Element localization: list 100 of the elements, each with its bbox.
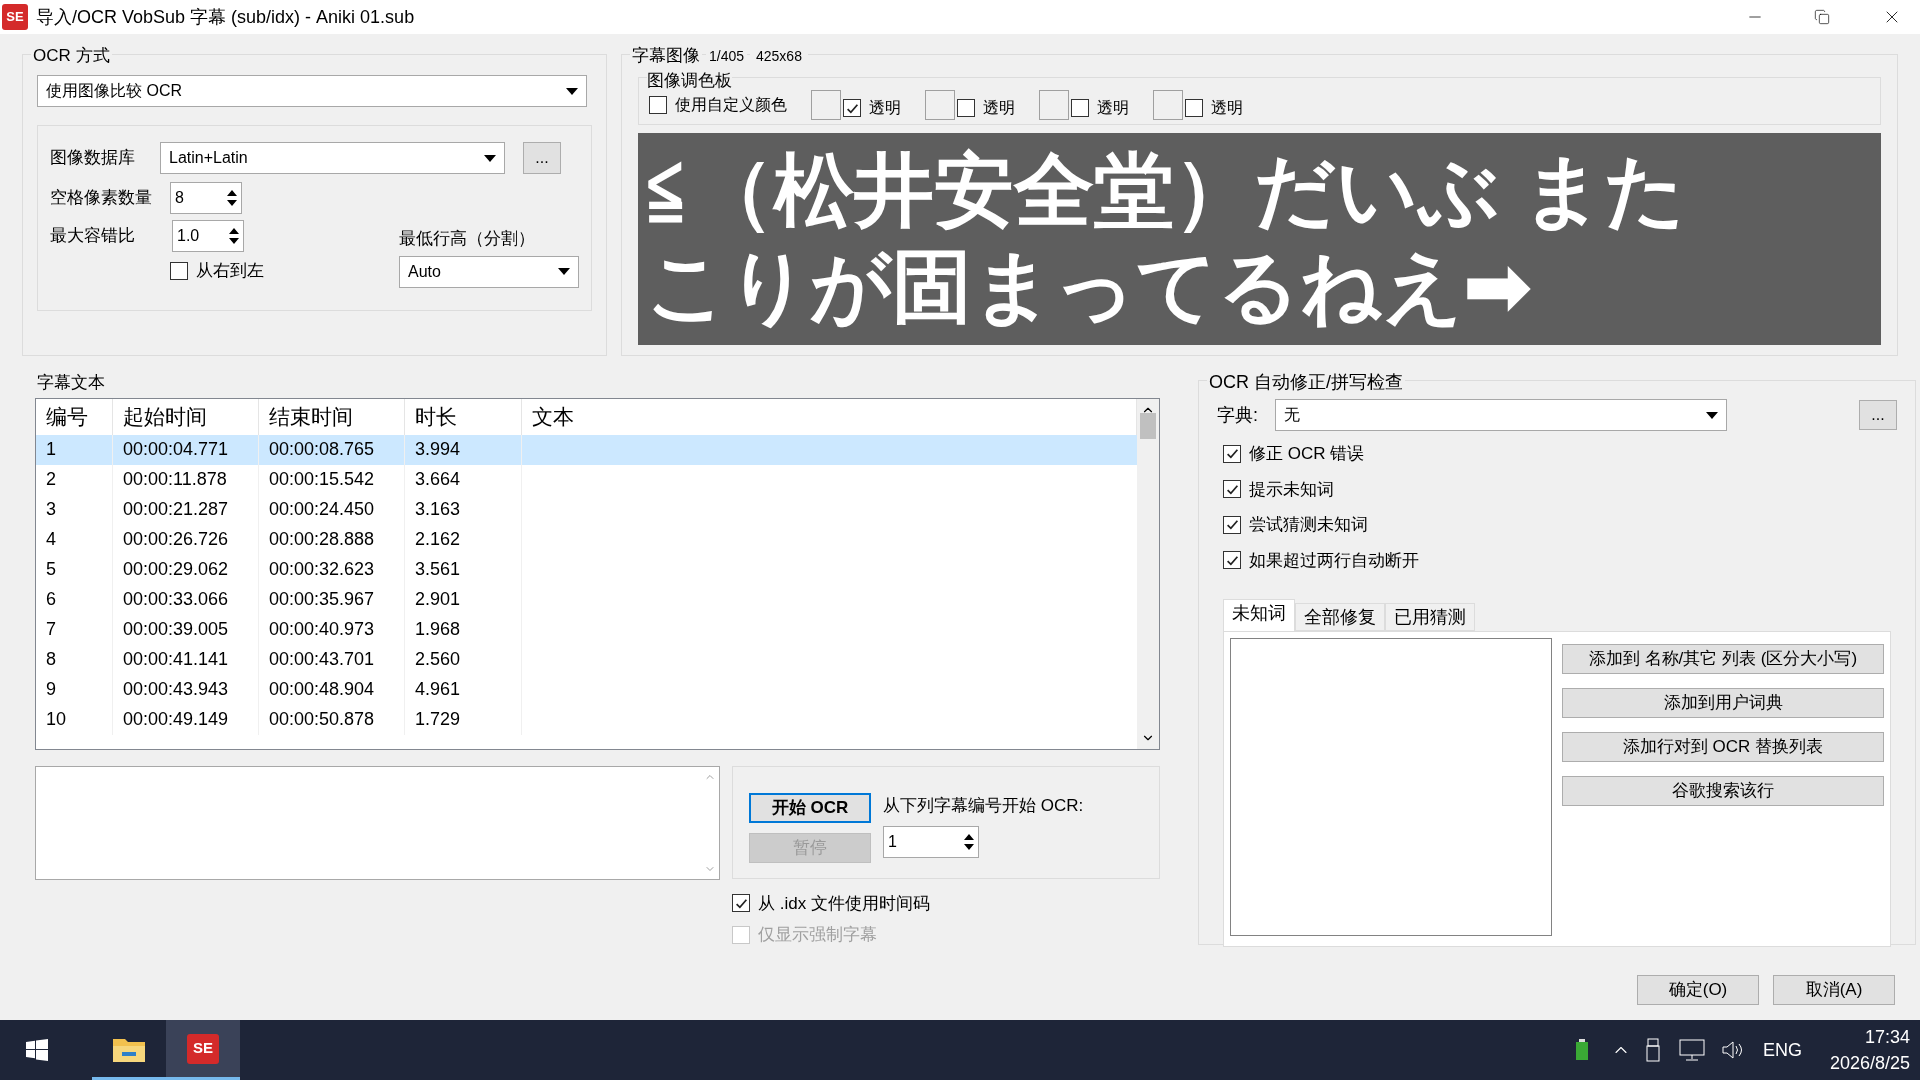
color-swatch[interactable] xyxy=(925,90,955,120)
check-icon xyxy=(845,101,859,115)
action-button[interactable]: 添加到用户词典 xyxy=(1562,688,1884,718)
tab[interactable]: 已用猜测 xyxy=(1385,603,1475,631)
color-swatch[interactable] xyxy=(811,90,841,120)
line-height-dropdown[interactable]: Auto xyxy=(399,255,579,288)
checkbox-label: 透明 xyxy=(869,98,901,118)
checkbox[interactable] xyxy=(957,99,975,117)
browse-button[interactable]: ... xyxy=(523,142,561,174)
spinner-arrows-icon xyxy=(229,227,239,245)
table-cell: 4.961 xyxy=(405,674,522,705)
table-cell: 00:00:28.888 xyxy=(259,524,405,555)
table-cell: 1 xyxy=(36,434,113,465)
field-label: 从下列字幕编号开始 OCR: xyxy=(883,794,1084,817)
checkbox-label: 透明 xyxy=(983,98,1015,118)
network-icon[interactable] xyxy=(1678,1039,1705,1061)
checkbox[interactable] xyxy=(649,96,667,114)
checkbox[interactable] xyxy=(1223,480,1241,499)
check-icon xyxy=(1225,518,1239,532)
checkbox-label: 使用自定义颜色 xyxy=(675,95,787,115)
table-cell: 6 xyxy=(36,584,113,615)
action-button[interactable]: 谷歌搜索该行 xyxy=(1562,776,1884,806)
action-button[interactable]: 添加到 名称/其它 列表 (区分大小写) xyxy=(1562,644,1884,674)
subtitle-image-line: こりが固まってるねえ➡ xyxy=(646,241,1532,333)
table-cell: 00:00:41.141 xyxy=(113,644,259,675)
battery-icon[interactable] xyxy=(1574,1039,1589,1061)
scrollbar-thumb[interactable] xyxy=(1140,412,1156,439)
number-field[interactable]: 1 xyxy=(883,826,979,858)
dropdown-caret-icon xyxy=(558,268,570,275)
action-button[interactable]: 添加行对到 OCR 替换列表 xyxy=(1562,732,1884,762)
field-label: 图像数据库 xyxy=(50,147,136,170)
tab[interactable]: 全部修复 xyxy=(1295,603,1385,631)
color-swatch[interactable] xyxy=(1153,90,1183,120)
column-header[interactable]: 编号 xyxy=(36,398,113,435)
spinner-arrows-icon xyxy=(227,189,237,207)
table-cell: 00:00:49.149 xyxy=(113,704,259,735)
table-cell: 4 xyxy=(36,524,113,555)
table-cell: 3.163 xyxy=(405,494,522,525)
dialog-button[interactable]: 取消(A) xyxy=(1773,974,1895,1005)
table-row[interactable]: 1 00:00:04.771 00:00:08.765 3.994 xyxy=(36,434,1137,465)
table-cell: 00:00:50.878 xyxy=(259,704,405,735)
checkbox[interactable] xyxy=(1223,551,1241,570)
table-cell: 3.664 xyxy=(405,464,522,495)
start-ocr-button[interactable]: 开始 OCR xyxy=(749,792,871,823)
checkbox[interactable] xyxy=(1223,515,1241,534)
table-cell: 00:00:39.005 xyxy=(113,614,259,645)
spinner-arrows-icon xyxy=(964,833,974,851)
table-cell: 00:00:21.287 xyxy=(113,494,259,525)
database-dropdown[interactable]: Latin+Latin xyxy=(160,142,505,174)
usb-drive-icon[interactable] xyxy=(1644,1038,1663,1062)
table-cell: 3.561 xyxy=(405,554,522,585)
app-logo: SE xyxy=(2,4,28,30)
field-label: 最低行高（分割） xyxy=(399,228,536,250)
table-cell: 2.162 xyxy=(405,524,522,555)
table-cell: 1.968 xyxy=(405,614,522,645)
checkbox[interactable] xyxy=(843,99,861,117)
checkbox[interactable] xyxy=(1185,99,1203,117)
scrollbar[interactable] xyxy=(1137,398,1159,749)
check-icon xyxy=(734,896,748,910)
tab[interactable]: 未知词 xyxy=(1223,599,1295,631)
table-cell: 8 xyxy=(36,644,113,675)
browse-button[interactable]: ... xyxy=(1859,400,1897,430)
speaker-icon[interactable] xyxy=(1720,1039,1745,1061)
table-cell: 00:00:04.771 xyxy=(113,434,259,465)
table-cell: 00:00:11.878 xyxy=(113,464,259,495)
column-header[interactable]: 结束时间 xyxy=(259,398,405,435)
table-cell: 2.901 xyxy=(405,584,522,615)
checkbox[interactable] xyxy=(732,894,750,913)
dictionary-dropdown[interactable]: 无 xyxy=(1275,399,1727,431)
app-logo: SE xyxy=(187,1033,219,1064)
table-cell: 00:00:43.943 xyxy=(113,674,259,705)
field-label: 字典: xyxy=(1217,403,1259,427)
dropdown-caret-icon xyxy=(484,154,496,162)
restore-icon[interactable] xyxy=(1814,9,1830,25)
table-cell: 00:00:26.726 xyxy=(113,524,259,555)
ocr-method-dropdown[interactable]: 使用图像比较 OCR xyxy=(37,75,587,107)
color-swatch[interactable] xyxy=(1039,90,1069,120)
number-field[interactable]: 1.0 xyxy=(172,220,244,252)
number-field[interactable]: 8 xyxy=(170,182,242,214)
table-cell: 00:00:33.066 xyxy=(113,584,259,615)
windows-start-icon[interactable] xyxy=(26,1039,48,1061)
table-cell: 2.560 xyxy=(405,644,522,675)
table-cell: 00:00:29.062 xyxy=(113,554,259,585)
checkbox[interactable] xyxy=(1071,99,1089,117)
dialog-button[interactable]: 确定(O) xyxy=(1637,974,1759,1005)
language-indicator[interactable]: ENG xyxy=(1762,1036,1802,1064)
checkbox[interactable] xyxy=(1223,444,1241,463)
checkbox-label: 如果超过两行自动断开 xyxy=(1249,549,1419,572)
table-cell: 3.994 xyxy=(405,434,522,465)
table-cell: 00:00:15.542 xyxy=(259,464,405,495)
checkbox-label: 尝试猜测未知词 xyxy=(1249,514,1368,536)
column-header[interactable]: 起始时间 xyxy=(113,398,259,435)
checkbox[interactable] xyxy=(170,261,188,280)
field-label: 空格像素数量 xyxy=(50,187,153,210)
checkbox-label: 从右到左 xyxy=(196,260,264,282)
taskbar-app[interactable]: SE xyxy=(166,1020,240,1080)
table-cell: 5 xyxy=(36,554,113,585)
column-header[interactable]: 时长 xyxy=(405,398,522,435)
check-icon xyxy=(1225,553,1239,567)
clock[interactable]: 17:34 2026/8/25 xyxy=(1829,1024,1910,1076)
